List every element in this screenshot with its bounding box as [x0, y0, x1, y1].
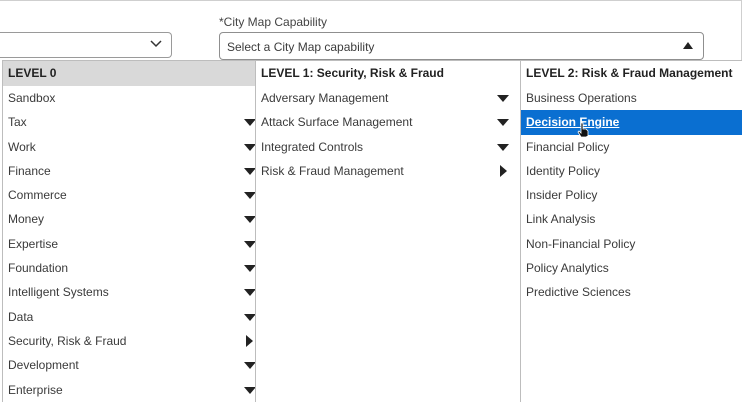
- level-0-item[interactable]: Money: [3, 207, 256, 231]
- level-2-item[interactable]: Insider Policy: [521, 183, 742, 207]
- item-label: Predictive Sciences: [526, 285, 631, 300]
- level-2-item[interactable]: Business Operations: [521, 86, 742, 110]
- level-2-item[interactable]: Financial Policy: [521, 135, 742, 159]
- level-0-item[interactable]: Development: [3, 353, 256, 377]
- level-0-item[interactable]: Foundation: [3, 256, 256, 280]
- expand-right-icon[interactable]: [500, 164, 507, 177]
- window-top-border: [0, 0, 742, 1]
- item-label: Financial Policy: [526, 139, 610, 154]
- item-label: Tax: [8, 115, 27, 130]
- item-label: Foundation: [8, 261, 69, 276]
- level-2-header: LEVEL 2: Risk & Fraud Management: [526, 66, 733, 80]
- level-2-item[interactable]: Policy Analytics: [521, 256, 742, 280]
- select-placeholder: Select a City Map capability: [227, 40, 375, 54]
- level-1-item[interactable]: Risk & Fraud Management: [256, 159, 521, 183]
- item-label: Non-Financial Policy: [526, 236, 636, 251]
- item-label: Risk & Fraud Management: [261, 163, 404, 178]
- level-1-list: Adversary Management Attack Surface Manag…: [256, 86, 521, 183]
- item-label: Integrated Controls: [261, 139, 364, 154]
- level-1-item[interactable]: Attack Surface Management: [256, 110, 521, 134]
- level-1-column: LEVEL 1: Security, Risk & Fraud Adversar…: [255, 60, 521, 402]
- level-2-column: LEVEL 2: Risk & Fraud Management Busines…: [520, 60, 742, 402]
- level-2-item[interactable]: Predictive Sciences: [521, 280, 742, 304]
- caret-up-icon[interactable]: [683, 42, 693, 49]
- item-label: Link Analysis: [526, 212, 596, 227]
- level-0-item[interactable]: Data: [3, 305, 256, 329]
- item-label: Decision Engine: [526, 115, 620, 130]
- chevron-down-icon: [150, 40, 162, 48]
- expand-down-icon[interactable]: [497, 143, 509, 151]
- item-label: Intelligent Systems: [8, 285, 109, 300]
- city-map-capability-select[interactable]: Select a City Map capability: [219, 32, 704, 60]
- item-label: Finance: [8, 163, 51, 178]
- level-2-item[interactable]: Decision Engine: [521, 110, 742, 135]
- level-0-item[interactable]: Commerce: [3, 183, 256, 207]
- item-label: Development: [8, 358, 79, 373]
- level-2-item[interactable]: Non-Financial Policy: [521, 232, 742, 256]
- level-0-item[interactable]: Security, Risk & Fraud: [3, 329, 256, 353]
- level-2-list: Business Operations Decision Engine Financ…: [521, 86, 742, 305]
- item-label: Commerce: [8, 188, 67, 203]
- level-0-header: LEVEL 0: [3, 61, 256, 86]
- city-map-capability-label: *City Map Capability: [219, 15, 328, 29]
- item-label: Security, Risk & Fraud: [8, 333, 127, 348]
- item-label: Insider Policy: [526, 188, 598, 203]
- level-0-item[interactable]: Sandbox: [3, 86, 256, 110]
- expand-down-icon[interactable]: [497, 119, 509, 127]
- level-0-item[interactable]: Intelligent Systems: [3, 280, 256, 304]
- level-1-header: LEVEL 1: Security, Risk & Fraud: [261, 66, 444, 80]
- level-1-item[interactable]: Integrated Controls: [256, 135, 521, 159]
- item-label: Money: [8, 212, 45, 227]
- item-label: Policy Analytics: [526, 261, 609, 276]
- level-0-item[interactable]: Finance: [3, 159, 256, 183]
- level-2-item[interactable]: Identity Policy: [521, 159, 742, 183]
- level-0-item[interactable]: Tax: [3, 110, 256, 134]
- expand-right-icon[interactable]: [246, 334, 253, 347]
- level-0-item[interactable]: Work: [3, 135, 256, 159]
- item-label: Data: [8, 309, 34, 324]
- expand-down-icon[interactable]: [497, 95, 509, 102]
- item-label: Enterprise: [8, 382, 63, 397]
- level-0-list: Sandbox Tax Work Finance Commerce Money Expert…: [3, 86, 256, 402]
- level-0-item[interactable]: Enterprise: [3, 378, 256, 402]
- level-2-item[interactable]: Link Analysis: [521, 207, 742, 231]
- item-label: Expertise: [8, 236, 59, 251]
- level-0-column: LEVEL 0 Sandbox Tax Work Finance Commerce Mon…: [2, 60, 256, 402]
- level-0-item[interactable]: Expertise: [3, 232, 256, 256]
- previous-field-select[interactable]: [0, 32, 172, 58]
- item-label: Identity Policy: [526, 163, 601, 178]
- item-label: Attack Surface Management: [261, 115, 413, 130]
- item-label: Sandbox: [8, 91, 56, 105]
- hand-pointer-icon: [577, 122, 589, 138]
- item-label: Business Operations: [526, 91, 637, 105]
- level-1-item[interactable]: Adversary Management: [256, 86, 521, 110]
- item-label: Adversary Management: [261, 91, 389, 105]
- item-label: Work: [8, 139, 36, 154]
